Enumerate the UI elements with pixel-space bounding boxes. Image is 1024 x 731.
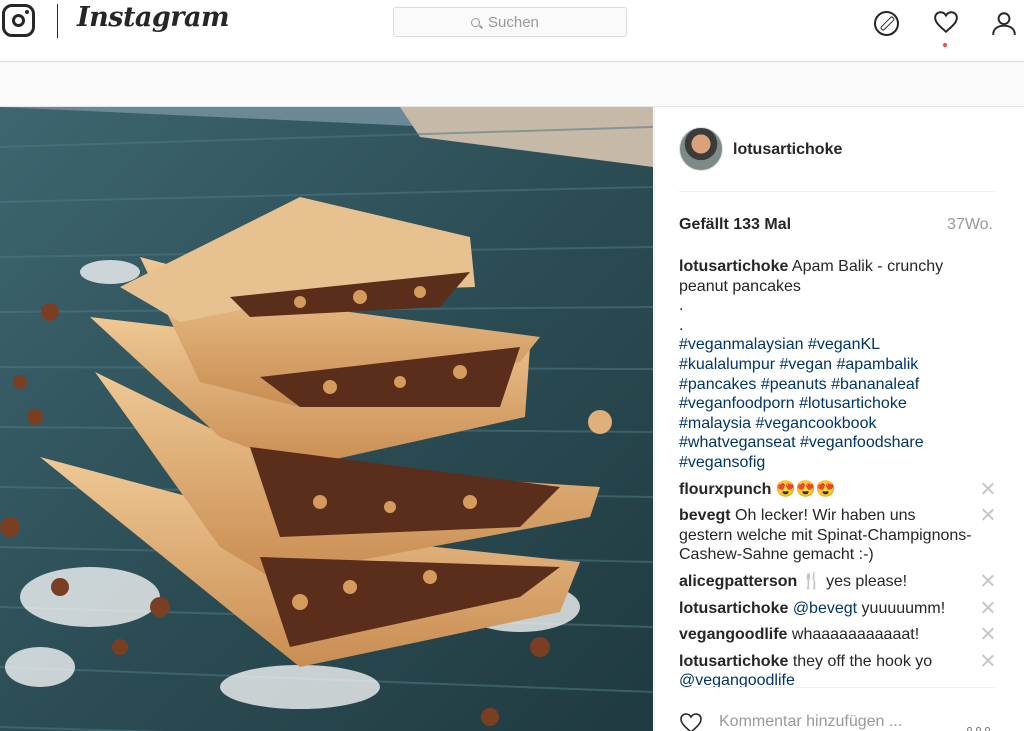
comment-username[interactable]: bevegt	[679, 507, 731, 524]
instagram-logo-icon[interactable]	[2, 4, 35, 37]
delete-comment-icon[interactable]	[981, 626, 995, 640]
comment-text: they off the hook yo	[792, 652, 933, 670]
caption-dot-line: .	[679, 316, 684, 334]
search-icon	[471, 18, 480, 27]
post-card: lotusartichoke Gefällt 133 Mal 37Wo. lot…	[0, 106, 1024, 731]
camera-flash-dot	[25, 10, 29, 14]
comment-username[interactable]: lotusartichoke	[679, 600, 788, 617]
comment-username[interactable]: flourxpunch	[679, 481, 771, 498]
post-age[interactable]: 37Wo.	[947, 216, 993, 234]
comment-username[interactable]: alicegpatterson	[679, 573, 797, 590]
comment-input[interactable]	[719, 713, 949, 731]
comment-mention[interactable]: @vegangoodlife	[679, 671, 973, 687]
avatar[interactable]	[679, 127, 723, 171]
comment-username[interactable]: lotusartichoke	[679, 653, 788, 670]
search-box[interactable]: Suchen	[393, 7, 627, 37]
caption-dot-line: .	[679, 297, 684, 315]
delete-comment-icon[interactable]	[981, 481, 995, 495]
divider	[679, 191, 995, 192]
delete-comment-icon[interactable]	[981, 573, 995, 587]
post-sidebar: lotusartichoke Gefällt 133 Mal 37Wo. lot…	[654, 107, 1024, 731]
comment-item: vegangoodlife whaaaaaaaaaaat!	[679, 625, 995, 645]
comments-list: lotusartichoke Apam Balik - crunchy pean…	[679, 257, 995, 687]
caption-hashtags[interactable]: #veganmalaysian #veganKL #kualalumpur #v…	[679, 335, 973, 472]
camera-lens-shape	[12, 14, 25, 27]
logo-divider	[57, 4, 58, 38]
comment-text: yuuuuumm!	[857, 599, 946, 617]
pancake-photo-illustration	[0, 107, 653, 731]
heart-icon[interactable]	[933, 9, 959, 35]
comment-item: lotusartichoke @bevegt yuuuuumm!	[679, 599, 995, 619]
post-photo[interactable]	[0, 107, 653, 731]
delete-comment-icon[interactable]	[981, 600, 995, 614]
caption: lotusartichoke Apam Balik - crunchy pean…	[679, 257, 995, 473]
delete-comment-icon[interactable]	[981, 507, 995, 521]
top-navigation: Instagram Suchen	[0, 0, 1024, 62]
likes-count[interactable]: Gefällt 133 Mal	[679, 216, 791, 234]
comment-item: flourxpunch 😍😍😍	[679, 480, 995, 500]
more-options-icon[interactable]	[967, 719, 995, 731]
delete-comment-icon[interactable]	[981, 653, 995, 667]
comment-mention[interactable]: @bevegt	[793, 600, 857, 617]
search-placeholder: Suchen	[488, 14, 539, 31]
comment-text: whaaaaaaaaaaat!	[791, 626, 920, 644]
instagram-wordmark[interactable]: Instagram	[77, 2, 230, 33]
comment-item: lotusartichoke they off the hook yo @veg…	[679, 652, 995, 687]
divider	[679, 687, 995, 688]
comment-item: alicegpatterson 🍴 yes please!	[679, 572, 995, 592]
add-comment-bar	[679, 711, 995, 731]
profile-icon[interactable]	[991, 10, 1017, 36]
like-heart-icon[interactable]	[679, 711, 703, 731]
comment-text: 😍😍😍	[775, 480, 836, 498]
caption-username[interactable]: lotusartichoke	[679, 258, 788, 275]
comment-text: 🍴 yes please!	[801, 572, 908, 590]
comment-username[interactable]: vegangoodlife	[679, 626, 787, 643]
comment-item: bevegt Oh lecker! Wir haben uns gestern …	[679, 506, 995, 565]
activity-notification-dot	[943, 43, 947, 47]
compass-icon[interactable]	[874, 11, 899, 36]
author-username[interactable]: lotusartichoke	[733, 141, 842, 159]
